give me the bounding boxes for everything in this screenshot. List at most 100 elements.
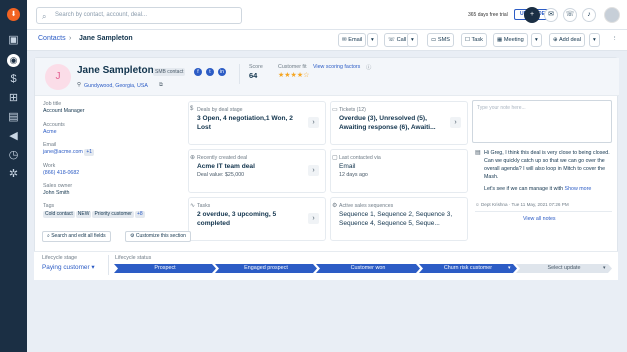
meeting-button-label: Meeting xyxy=(503,37,524,43)
contact-avatar: J xyxy=(45,64,71,90)
deals-tile[interactable]: $ Deals by deal stage 3 Open, 4 negotiat… xyxy=(188,101,326,145)
account-link[interactable]: Acme xyxy=(43,129,65,136)
select-update-label: Select update xyxy=(547,265,581,271)
add-deal-button[interactable]: ⊕ Add deal xyxy=(549,33,586,47)
status-prospect[interactable]: Prospect xyxy=(114,264,216,273)
tickets-tile[interactable]: ▭ Tickets (12) Overdue (3), Unresolved (… xyxy=(330,101,468,145)
status-engaged-prospect[interactable]: Engaged prospect xyxy=(215,264,317,273)
status-customer-won[interactable]: Customer won xyxy=(316,264,420,273)
add-deal-dropdown-button[interactable]: ▾ xyxy=(589,33,600,47)
breadcrumb-current: Jane Sampleton xyxy=(79,35,133,42)
task-button[interactable]: ☐ Task xyxy=(461,33,487,47)
tasks-icon: ∿ xyxy=(190,203,196,209)
show-more-link[interactable]: Show more xyxy=(565,186,592,192)
status-select-update[interactable]: Select update xyxy=(516,264,612,273)
note-input[interactable]: Type your note here... xyxy=(472,100,612,143)
email-icon[interactable]: ✉ xyxy=(544,8,558,22)
call-dropdown-button[interactable]: ▾ xyxy=(407,33,418,47)
chevron-right-icon[interactable]: › xyxy=(308,213,319,224)
global-search-input[interactable]: ⌕ Search by contact, account, deal... xyxy=(36,7,242,24)
campaigns-icon[interactable]: ◀ xyxy=(6,129,21,144)
tag-item[interactable]: Priority customer xyxy=(92,211,134,218)
note-time: Tue 11 May, 2021 07:26 PM xyxy=(511,202,569,207)
app-logo[interactable]: ⬇ xyxy=(7,8,20,21)
more-menu-icon[interactable]: ⋮ xyxy=(609,33,621,47)
sequence-icon: ⚙ xyxy=(332,203,338,209)
email-address[interactable]: jane@acme.com xyxy=(43,149,83,155)
job-title-label: Job title xyxy=(43,101,62,107)
email-more-badge[interactable]: +1 xyxy=(84,149,95,156)
sequences-value: Sequence 1, Sequence 2, Sequence 3, Sequ… xyxy=(339,211,453,227)
deals-icon[interactable]: $ xyxy=(6,72,21,87)
add-icon[interactable]: + xyxy=(524,7,540,23)
work-phone-value[interactable]: (866) 418-0682 xyxy=(43,170,79,177)
deals-icon: $ xyxy=(190,106,194,112)
sms-button[interactable]: ▭ SMS xyxy=(427,33,454,47)
notifications-icon[interactable]: ♪ xyxy=(582,8,596,22)
customize-section-button[interactable]: ⚙ Customize this section xyxy=(125,231,191,242)
search-edit-fields-label: Search and edit all fields xyxy=(51,233,106,239)
score-value: 64 xyxy=(249,71,258,80)
sales-owner-field: Sales owner John Smith xyxy=(43,183,72,197)
tag-item[interactable]: NEW xyxy=(75,211,92,218)
view-scoring-factors-link[interactable]: View scoring factors xyxy=(313,64,360,70)
dashboard-icon[interactable]: ▣ xyxy=(6,33,21,48)
location-pin-icon: ⚲ xyxy=(77,82,81,88)
user-avatar[interactable] xyxy=(604,7,620,23)
record-header-bar: Contacts › Jane Sampleton ✉ Email ▾ ☏ Ca… xyxy=(27,30,627,51)
linkedin-icon[interactable]: in xyxy=(218,68,226,76)
activities-icon[interactable]: ◷ xyxy=(6,148,21,163)
view-all-notes-link[interactable]: View all notes xyxy=(523,216,556,222)
copy-icon[interactable]: ⧉ xyxy=(159,82,163,89)
twitter-icon[interactable]: t xyxy=(206,68,214,76)
customer-fit-stars: ★★★★☆ xyxy=(278,72,310,79)
chevron-right-icon[interactable]: › xyxy=(308,165,319,176)
note-icon: ▤ xyxy=(475,150,481,156)
tag-item[interactable]: Cold contact xyxy=(43,211,75,218)
work-label: Work xyxy=(43,163,56,169)
email-dropdown-button[interactable]: ▾ xyxy=(367,33,378,47)
header-divider xyxy=(239,64,240,84)
breadcrumb-contacts[interactable]: Contacts xyxy=(38,35,66,42)
last-contacted-tile: ▢ Last contacted via Email 12 days ago xyxy=(330,149,468,193)
nav-rail: ⬇ ▣ ◉ $ ⊞ ▤ ◀ ◷ ✲ xyxy=(0,0,27,352)
tasks-tile[interactable]: ∿ Tasks 2 overdue, 3 upcoming, 5 complet… xyxy=(188,197,326,241)
contact-type-badge: SMB contact xyxy=(153,68,186,76)
recent-deal-tile[interactable]: ⊕ Recently created deal Acme IT team dea… xyxy=(188,149,326,193)
settings-icon[interactable]: ✲ xyxy=(6,167,21,182)
note-follow-text: Let's see if we can manage it with xyxy=(484,186,564,192)
job-title-value: Account Manager xyxy=(43,108,85,114)
tickets-tile-title: Tickets (12) xyxy=(339,107,366,113)
lifecycle-stage-dropdown[interactable]: Paying customer ▾ xyxy=(42,263,95,271)
churn-dropdown-icon[interactable]: ▾ xyxy=(508,264,511,273)
status-churn-risk[interactable]: Churn risk customer xyxy=(419,264,517,273)
recent-deal-title: Recently created deal xyxy=(197,155,248,161)
chevron-right-icon[interactable]: › xyxy=(450,117,461,128)
email-button[interactable]: ✉ Email xyxy=(338,33,367,47)
tags-field: Tags Cold contact NEW Priority customer +8 xyxy=(43,203,146,218)
add-deal-button-label: Add deal xyxy=(558,37,582,43)
top-bar: ⌕ Search by contact, account, deal... 36… xyxy=(27,0,627,30)
phone-icon[interactable]: ☏ xyxy=(563,8,577,22)
meeting-button[interactable]: ▦ Meeting xyxy=(493,33,528,47)
tasks-title: Tasks xyxy=(197,203,211,209)
customize-section-label: Customize this section xyxy=(135,233,186,239)
org-chart-icon[interactable]: ⊞ xyxy=(6,91,21,106)
messages-icon[interactable]: ▤ xyxy=(6,110,21,125)
calendar-icon: ▦ xyxy=(497,37,504,43)
job-title-field: Job title Account Manager xyxy=(43,101,85,115)
meeting-dropdown-button[interactable]: ▾ xyxy=(531,33,542,47)
facebook-icon[interactable]: f xyxy=(194,68,202,76)
email-value[interactable]: jane@acme.com +1 xyxy=(43,149,95,156)
sequences-tile[interactable]: ⚙ Active sales sequences Sequence 1, Seq… xyxy=(330,197,468,241)
lifecycle-stage-value: Paying customer xyxy=(42,264,90,271)
search-placeholder: Search by contact, account, deal... xyxy=(55,12,148,18)
tasks-value: 2 overdue, 3 upcoming, 5 completed xyxy=(197,211,277,227)
tags-more-badge[interactable]: +8 xyxy=(134,211,145,218)
note-meta: ☺ Dept Krishna · Tue 11 May, 2021 07:26 … xyxy=(475,202,569,207)
recent-deal-value: Acme IT team deal xyxy=(197,163,255,170)
search-edit-fields-button[interactable]: ⌕ Search and edit all fields xyxy=(42,231,111,242)
contacts-icon[interactable]: ◉ xyxy=(7,54,20,67)
chevron-right-icon[interactable]: › xyxy=(308,117,319,128)
call-button-label: Call xyxy=(396,37,407,43)
